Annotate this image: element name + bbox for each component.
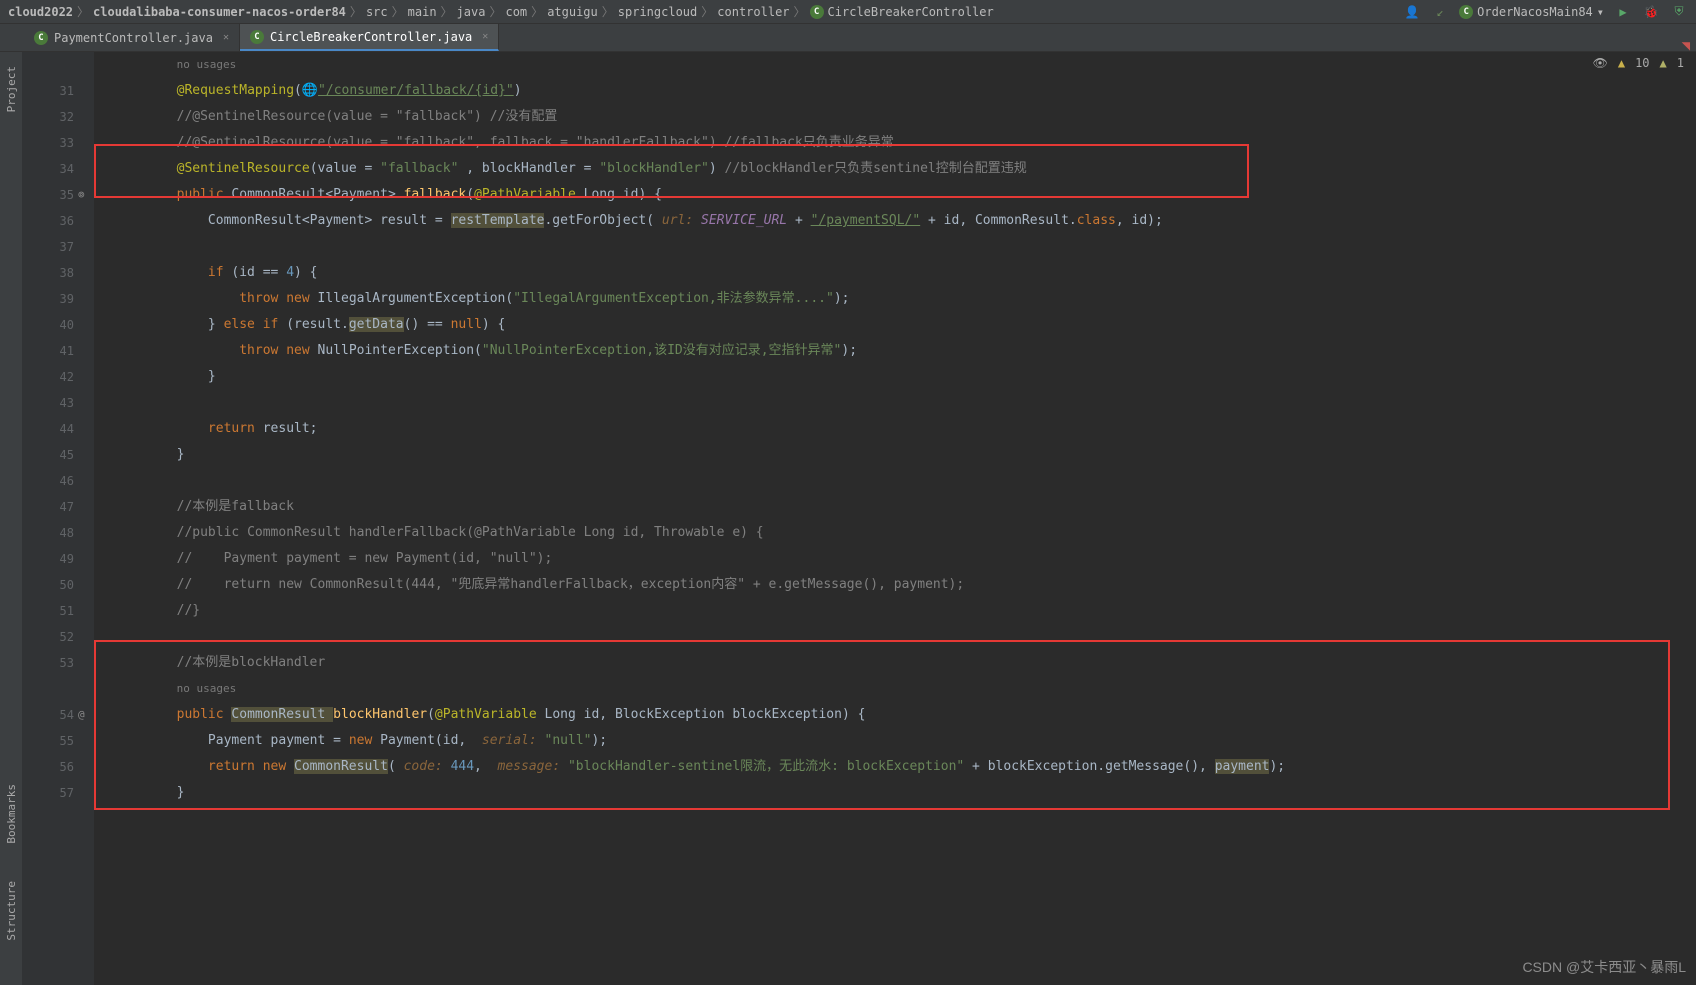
breadcrumb-item[interactable]: controller bbox=[717, 5, 789, 19]
breadcrumb-item[interactable]: com bbox=[505, 5, 527, 19]
run-icon: C bbox=[1459, 5, 1473, 19]
tab-circle-breaker-controller[interactable]: C CircleBreakerController.java ✕ bbox=[240, 24, 499, 51]
editor-tabs: C PaymentController.java ✕ C CircleBreak… bbox=[0, 24, 1696, 52]
close-icon[interactable]: ✕ bbox=[223, 32, 229, 43]
tool-window-bookmarks[interactable]: Bookmarks bbox=[5, 780, 18, 848]
class-icon: C bbox=[810, 5, 824, 19]
inlay-hint-no-usages: no usages bbox=[177, 682, 237, 695]
tab-label: CircleBreakerController.java bbox=[270, 30, 472, 44]
class-icon: C bbox=[250, 30, 264, 44]
inlay-hint-no-usages: no usages bbox=[177, 58, 237, 71]
breadcrumb-item[interactable]: cloudalibaba-consumer-nacos-order84 bbox=[93, 5, 346, 19]
breadcrumb-item[interactable]: java bbox=[457, 5, 486, 19]
tab-payment-controller[interactable]: C PaymentController.java ✕ bbox=[24, 24, 240, 51]
navigation-bar: cloud2022〉 cloudalibaba-consumer-nacos-o… bbox=[0, 0, 1696, 24]
code-editor[interactable]: 31 32 33 34 35⊚ 36 37 38 39 40 41 42 43 … bbox=[22, 52, 1696, 985]
breadcrumb-item[interactable]: main bbox=[408, 5, 437, 19]
breadcrumb-item[interactable]: src bbox=[366, 5, 388, 19]
user-icon[interactable]: 👤 bbox=[1403, 3, 1421, 21]
breadcrumb-item[interactable]: cloud2022 bbox=[8, 5, 73, 19]
tab-label: PaymentController.java bbox=[54, 31, 213, 45]
breadcrumb-item[interactable]: atguigu bbox=[547, 5, 598, 19]
watermark: CSDN @艾卡西亚丶暴雨L bbox=[1522, 957, 1686, 977]
tool-window-structure[interactable]: Structure bbox=[5, 877, 18, 945]
run-configuration-selector[interactable]: C OrderNacosMain84 ▾ bbox=[1459, 5, 1604, 19]
code-content[interactable]: ◥ 👁 ▲10 ▲1 no usages @RequestMapping(🌐"/… bbox=[94, 52, 1696, 985]
toolbar-right: 👤 ↙ C OrderNacosMain84 ▾ ▶ 🐞 ⛨ bbox=[1403, 3, 1688, 21]
breadcrumbs: cloud2022〉 cloudalibaba-consumer-nacos-o… bbox=[8, 3, 1403, 20]
run-button[interactable]: ▶ bbox=[1614, 3, 1632, 21]
line-number-gutter: 31 32 33 34 35⊚ 36 37 38 39 40 41 42 43 … bbox=[22, 52, 94, 985]
breadcrumb-item[interactable]: C CircleBreakerController bbox=[810, 5, 994, 19]
debug-button[interactable]: 🐞 bbox=[1642, 3, 1660, 21]
tool-window-project[interactable]: Project bbox=[5, 62, 18, 116]
close-icon[interactable]: ✕ bbox=[482, 31, 488, 42]
left-tool-strip: Project Bookmarks Structure bbox=[0, 52, 22, 985]
run-coverage-button[interactable]: ⛨ bbox=[1670, 3, 1688, 21]
back-icon[interactable]: ↙ bbox=[1431, 3, 1449, 21]
class-icon: C bbox=[34, 31, 48, 45]
breadcrumb-item[interactable]: springcloud bbox=[618, 5, 697, 19]
